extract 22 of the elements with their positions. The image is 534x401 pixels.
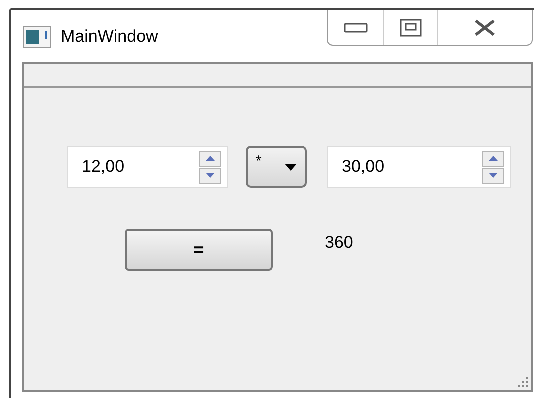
spin-up-button[interactable] bbox=[199, 150, 221, 166]
spin-box[interactable]: 30,00 bbox=[327, 146, 511, 188]
spin-up-button[interactable] bbox=[482, 150, 504, 166]
dropdown-arrow-icon bbox=[285, 164, 297, 170]
operator-dropdown[interactable]: * bbox=[246, 146, 307, 188]
spin-down-button[interactable] bbox=[199, 168, 221, 184]
close-icon bbox=[473, 18, 497, 36]
spin-box[interactable]: 12,00 bbox=[67, 146, 228, 188]
resize-grip-icon bbox=[517, 376, 529, 388]
equals-button[interactable]: = bbox=[125, 229, 273, 271]
down-arrow-icon bbox=[206, 173, 214, 178]
minimize-icon bbox=[344, 22, 368, 32]
up-arrow-icon bbox=[206, 156, 214, 161]
maximize-icon bbox=[400, 18, 422, 36]
window-title: MainWindow bbox=[61, 26, 158, 48]
down-arrow-icon bbox=[488, 173, 498, 178]
result-label: 360 bbox=[325, 232, 354, 254]
spin-value: 12,00 bbox=[82, 156, 126, 178]
up-arrow-icon bbox=[488, 156, 498, 161]
spin-down-button[interactable] bbox=[482, 168, 504, 184]
app-icon bbox=[23, 26, 51, 48]
spin-value: 30,00 bbox=[342, 156, 386, 178]
